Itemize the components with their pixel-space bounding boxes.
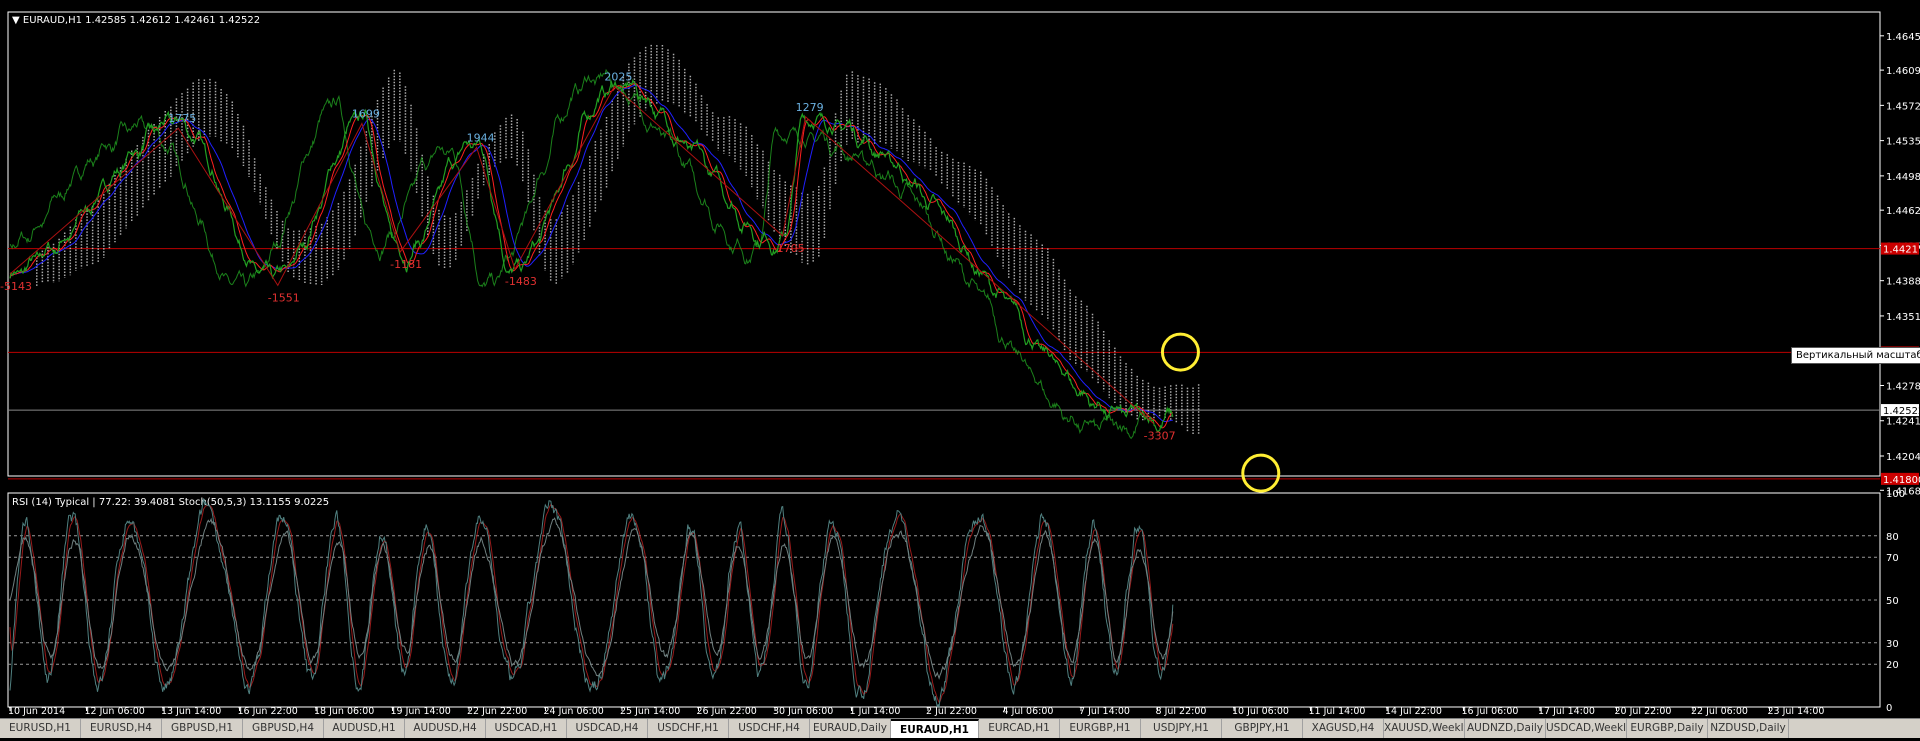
time-axis-label: 2 Jul 22:00 bbox=[926, 706, 977, 717]
zigzag-label: -3307 bbox=[1144, 430, 1176, 443]
zigzag-line bbox=[9, 85, 1155, 424]
oscillator-axis-label: 70 bbox=[1886, 553, 1899, 564]
price-axis-label: 1.46090 bbox=[1886, 66, 1920, 77]
time-axis-label: 13 Jun 14:00 bbox=[161, 706, 221, 717]
chart-tab[interactable]: USDCAD,H1 bbox=[486, 719, 567, 738]
time-axis-label: 18 Jun 06:00 bbox=[314, 706, 374, 717]
price-axis-label: 1.43880 bbox=[1886, 277, 1920, 288]
chart-tab[interactable]: USDJPY,H1 bbox=[1141, 719, 1222, 738]
oscillator-axis-label: 20 bbox=[1886, 660, 1899, 671]
time-axis-label: 11 Jul 14:00 bbox=[1309, 706, 1366, 717]
price-axis-label: 1.46450 bbox=[1886, 32, 1920, 43]
price-axis-label: 1.42040 bbox=[1886, 452, 1920, 463]
chart-tab[interactable]: AUDUSD,H1 bbox=[324, 719, 405, 738]
time-axis-label: 7 Jul 14:00 bbox=[1079, 706, 1130, 717]
oscillator-axis-label: 30 bbox=[1886, 639, 1899, 650]
price-axis-label: 1.43510 bbox=[1886, 312, 1920, 323]
chikou-span-line bbox=[9, 68, 1147, 440]
chart-tab[interactable]: AUDNZD,Daily bbox=[1465, 719, 1546, 738]
price-label: 1.41800 bbox=[1883, 475, 1920, 486]
chart-tab[interactable]: USDCAD,H4 bbox=[567, 719, 648, 738]
zigzag-label: 1699 bbox=[352, 107, 380, 120]
time-axis-label: 17 Jul 14:00 bbox=[1538, 706, 1595, 717]
zigzag-label: -1551 bbox=[268, 291, 300, 304]
price-axis-label: 1.45720 bbox=[1886, 101, 1920, 112]
chart-tab[interactable]: NZDUSD,Daily bbox=[1708, 719, 1789, 738]
time-axis-label: 25 Jun 14:00 bbox=[620, 706, 680, 717]
vertical-scale-tooltip: Вертикальный масштаб bbox=[1791, 347, 1920, 364]
chart-tab[interactable]: EURUSD,H4 bbox=[81, 719, 162, 738]
price-axis-label: 1.42780 bbox=[1886, 381, 1920, 392]
chart-tab[interactable]: GBPUSD,H4 bbox=[243, 719, 324, 738]
oscillator-axis-label: 80 bbox=[1886, 532, 1899, 543]
chart-tab[interactable]: EURUSD,H1 bbox=[0, 719, 81, 738]
rsi-line bbox=[9, 517, 1174, 680]
time-axis-label: 22 Jun 22:00 bbox=[467, 706, 527, 717]
time-axis-label: 16 Jun 22:00 bbox=[238, 706, 298, 717]
time-axis-label: 10 Jun 2014 bbox=[8, 706, 65, 717]
chart-tab[interactable]: GBPUSD,H1 bbox=[162, 719, 243, 738]
price-label: 1.44217 bbox=[1883, 245, 1920, 256]
time-axis-label: 22 Jul 06:00 bbox=[1691, 706, 1748, 717]
chart-tab[interactable]: EURGBP,H1 bbox=[1060, 719, 1141, 738]
zigzag-label: 1775 bbox=[168, 112, 196, 125]
time-axis-label: 19 Jun 14:00 bbox=[391, 706, 451, 717]
zigzag-label: 2025 bbox=[604, 70, 632, 83]
time-axis-label: 1 Jul 14:00 bbox=[850, 706, 901, 717]
price-axis-label: 1.45350 bbox=[1886, 137, 1920, 148]
price-axis-label: 1.44620 bbox=[1886, 206, 1920, 217]
stoch-main-line bbox=[9, 498, 1174, 709]
chart-tab[interactable]: EURGBP,Daily bbox=[1627, 719, 1708, 738]
chart-tab[interactable]: EURAUD,Daily bbox=[810, 719, 891, 738]
chart-tabs-bar: EURUSD,H1 EURUSD,H4 GBPUSD,H1 GBPUSD,H4 AUDU… bbox=[0, 718, 1920, 738]
zigzag-label: 1279 bbox=[796, 101, 824, 114]
time-axis-label: 12 Jun 06:00 bbox=[85, 706, 145, 717]
annotation-circle bbox=[1241, 453, 1281, 493]
chart-tab[interactable]: GBPJPY,H1 bbox=[1222, 719, 1303, 738]
price-axis-label: 1.42410 bbox=[1886, 417, 1920, 428]
time-axis-label: 26 Jun 22:00 bbox=[697, 706, 757, 717]
oscillator-axis-label: 0 bbox=[1886, 703, 1892, 714]
zigzag-label: -1705 bbox=[773, 242, 805, 255]
kijun-line bbox=[9, 84, 1173, 422]
oscillator-header-text: RSI (14) Typical | 77.22: 39.4081 Stoch(… bbox=[12, 497, 329, 508]
chart-tab[interactable]: EURAUD,H1 bbox=[891, 719, 979, 738]
time-axis-label: 10 Jul 06:00 bbox=[1232, 706, 1289, 717]
chart-tab[interactable]: AUDUSD,H4 bbox=[405, 719, 486, 738]
chart-tab[interactable]: USDCHF,H4 bbox=[729, 719, 810, 738]
price-axis-label: 1.44980 bbox=[1886, 172, 1920, 183]
stoch-signal-line bbox=[9, 503, 1174, 704]
chart-tab[interactable]: XAUUSD,Weekly bbox=[1384, 719, 1465, 738]
ichimoku-cloud-group bbox=[36, 44, 1200, 435]
chart-tab[interactable]: USDCAD,Weekly bbox=[1546, 719, 1627, 738]
zigzag-label: -1181 bbox=[390, 258, 422, 271]
time-axis-label: 14 Jul 22:00 bbox=[1385, 706, 1442, 717]
price-label: 1.42522 bbox=[1883, 406, 1920, 417]
chart-tab[interactable]: XAGUSD,H4 bbox=[1303, 719, 1384, 738]
chart-tab[interactable]: EURCAD,H1 bbox=[979, 719, 1060, 738]
time-axis-label: 8 Jul 22:00 bbox=[1156, 706, 1207, 717]
time-axis-label: 30 Jun 06:00 bbox=[773, 706, 833, 717]
price-line bbox=[9, 78, 1174, 433]
time-axis-label: 24 Jun 06:00 bbox=[544, 706, 604, 717]
time-axis-label: 23 Jul 14:00 bbox=[1768, 706, 1825, 717]
oscillator-axis-label: 100 bbox=[1886, 489, 1905, 500]
time-axis-label: 4 Jul 06:00 bbox=[1003, 706, 1054, 717]
oscillator-axis-label: 50 bbox=[1886, 596, 1899, 607]
chart-header-text: ▼ EURAUD,H1 1.42585 1.42612 1.42461 1.42… bbox=[12, 15, 260, 26]
chart-window[interactable]: ▼ EURAUD,H1 1.42585 1.42612 1.42461 1.42… bbox=[0, 0, 1920, 737]
zigzag-label: 1944 bbox=[467, 131, 495, 144]
chart-canvas[interactable]: ▼ EURAUD,H1 1.42585 1.42612 1.42461 1.42… bbox=[0, 0, 1920, 737]
tenkan-line bbox=[9, 82, 1174, 429]
time-axis-label: 20 Jul 22:00 bbox=[1615, 706, 1672, 717]
zigzag-label: -1483 bbox=[505, 275, 537, 288]
time-axis-label: 16 Jul 06:00 bbox=[1462, 706, 1519, 717]
chart-tab[interactable]: USDCHF,H1 bbox=[648, 719, 729, 738]
zigzag-label: -5143 bbox=[0, 280, 32, 293]
